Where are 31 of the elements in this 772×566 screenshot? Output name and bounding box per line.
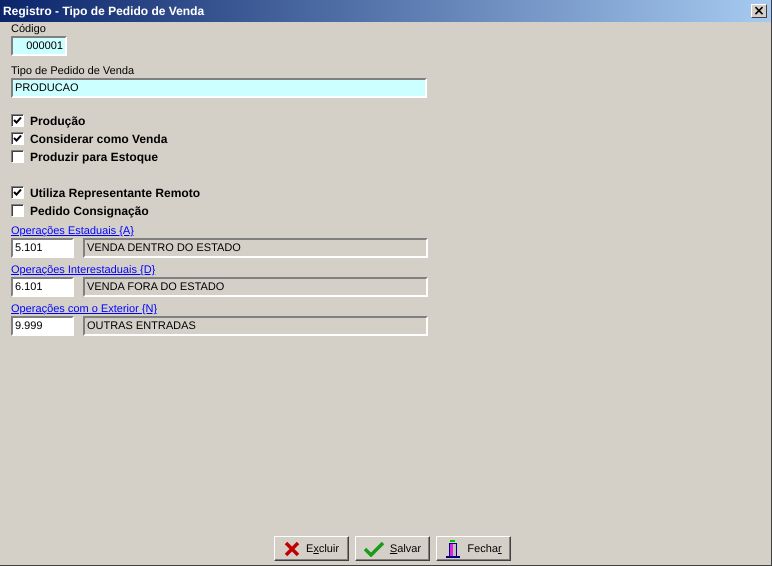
delete-button[interactable]: Excluir <box>274 536 349 561</box>
checkbox[interactable]: Considerar como Venda <box>11 132 168 145</box>
operation-description-field[interactable]: VENDA FORA DO ESTADO <box>83 277 428 297</box>
field-label: Tipo de Pedido de Venda <box>11 65 134 78</box>
checkbox[interactable]: Produzir para Estoque <box>11 150 168 163</box>
close-button[interactable]: × <box>751 4 767 18</box>
operation-code-field[interactable]: 9.999 <box>11 316 74 336</box>
code-field[interactable]: 000001 <box>11 36 67 56</box>
checkbox-box <box>11 204 24 217</box>
field-label: Código <box>11 23 46 36</box>
operation-link[interactable]: Operações Estaduais {A} <box>11 225 134 238</box>
window-title: Registro - Tipo de Pedido de Venda <box>3 4 204 18</box>
checkbox-box <box>11 186 24 199</box>
delete-x-icon <box>284 540 300 556</box>
operation-link[interactable]: Operações com o Exterior {N} <box>11 303 158 316</box>
order-type-field[interactable]: PRODUCAO <box>11 78 427 98</box>
checkbox[interactable]: Produção <box>11 114 168 127</box>
operation-link[interactable]: Operações Interestaduais {D} <box>11 264 156 277</box>
checkbox-box <box>11 114 24 127</box>
operation-description-field[interactable]: OUTRAS ENTRADAS <box>83 316 428 336</box>
operation-code-field[interactable]: 6.101 <box>11 277 74 297</box>
checkbox-box <box>11 150 24 163</box>
checkmark-icon <box>364 540 384 556</box>
checkbox[interactable]: Pedido Consignação <box>11 204 200 217</box>
save-button[interactable]: Salvar <box>355 536 430 561</box>
checkbox-box <box>11 132 24 145</box>
close-dialog-button[interactable]: Fechar <box>436 536 511 561</box>
door-icon <box>445 540 462 558</box>
operation-description-field[interactable]: VENDA DENTRO DO ESTADO <box>83 238 428 258</box>
checkbox[interactable]: Utiliza Representante Remoto <box>11 186 200 199</box>
operation-code-field[interactable]: 5.101 <box>11 238 74 258</box>
